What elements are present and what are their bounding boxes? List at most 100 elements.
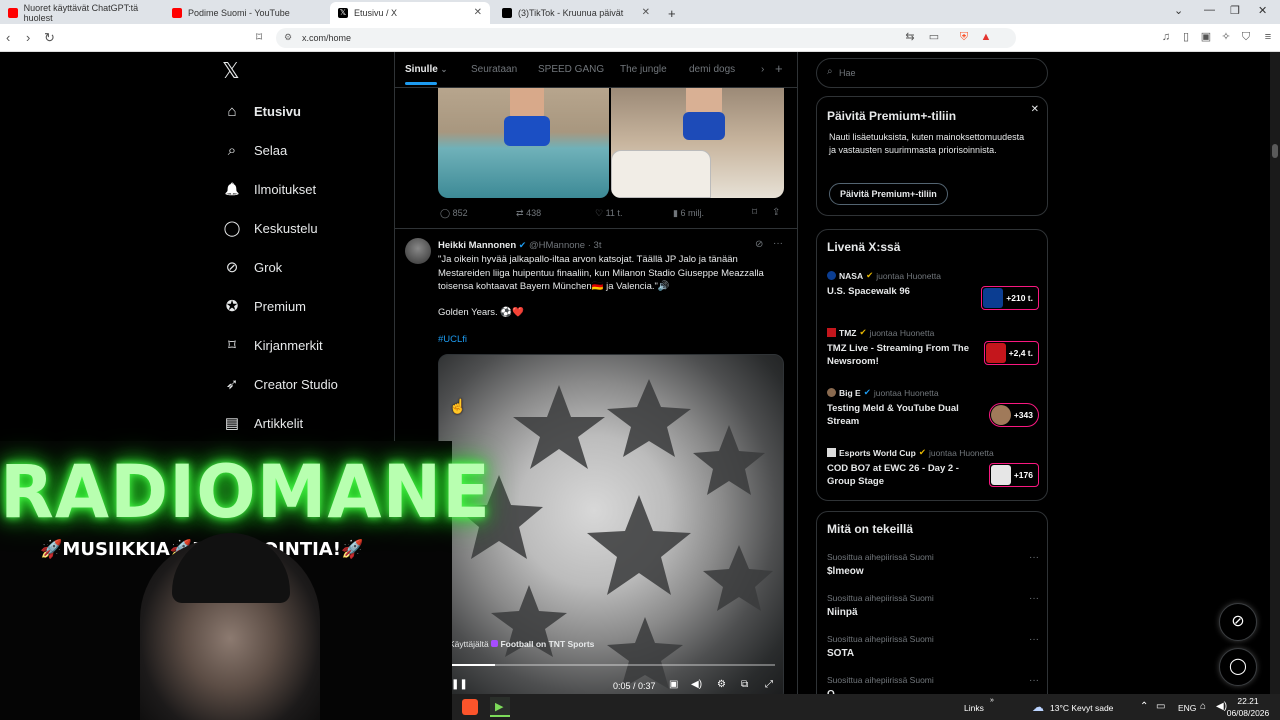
hashtag-link[interactable]: #UCLfi: [438, 333, 784, 347]
tweet-photo[interactable]: [611, 88, 784, 198]
author-handle[interactable]: @HMannone: [529, 240, 585, 251]
chevron-double-icon[interactable]: »: [990, 697, 994, 704]
like-button[interactable]: ♡ 11 t.: [595, 208, 622, 219]
share-icon[interactable]: ⇪: [772, 207, 780, 218]
grok-float-icon[interactable]: ⊘: [1219, 603, 1257, 641]
leo-icon[interactable]: ✧: [1220, 31, 1232, 43]
tab-the-jungle[interactable]: The jungle: [620, 64, 667, 75]
messages-float-icon[interactable]: ◯: [1219, 648, 1257, 686]
nav-item-messages[interactable]: ◯ Keskustelu: [222, 213, 318, 243]
live-item[interactable]: Big E ✔ juontaa Huonetta Testing Meld & Yo…: [827, 387, 1039, 428]
tab-following[interactable]: Seurataan: [471, 64, 517, 75]
more-options-icon[interactable]: ···: [1029, 675, 1039, 686]
new-tab-button[interactable]: +: [660, 2, 680, 24]
media-icon[interactable]: ♫: [1160, 31, 1172, 43]
maximize-icon[interactable]: ❐: [1230, 4, 1240, 17]
browser-tab[interactable]: Nuoret käyttävät ChatGPT:tä huolest: [0, 2, 164, 24]
brave-shield-icon[interactable]: ⛨: [958, 31, 970, 43]
nav-item-articles[interactable]: ▤ Artikkelit: [222, 408, 303, 438]
tray-chevron-icon[interactable]: ⌃: [1140, 701, 1148, 712]
settings-icon[interactable]: ⚙: [717, 679, 726, 690]
brave-rewards-icon[interactable]: ▲: [980, 31, 992, 43]
more-options-icon[interactable]: ···: [773, 238, 783, 249]
site-info-icon[interactable]: ⚙: [284, 32, 292, 43]
x-logo[interactable]: 𝕏: [222, 58, 240, 84]
tabs-next-icon[interactable]: ›: [761, 64, 764, 75]
views-button[interactable]: ▮ 6 milj.: [673, 208, 704, 219]
popout-icon[interactable]: ⧉: [741, 679, 748, 690]
close-icon[interactable]: ✕: [1031, 104, 1039, 115]
nav-item-bookmarks[interactable]: ⌑ Kirjanmerkit: [222, 330, 322, 360]
pause-icon[interactable]: ❚❚: [451, 679, 468, 690]
live-item[interactable]: NASA ✔ juontaa Huonetta U.S. Spacewalk 96 …: [827, 270, 1039, 310]
vpn-icon[interactable]: ⛉: [1240, 31, 1252, 43]
more-options-icon[interactable]: ···: [1029, 593, 1039, 604]
close-tab-icon[interactable]: ✕: [474, 7, 482, 18]
translate-icon[interactable]: ⇆: [904, 31, 916, 43]
browser-tab[interactable]: Podime Suomi - YouTube: [164, 2, 328, 24]
volume-icon[interactable]: ◀): [691, 679, 702, 690]
more-options-icon[interactable]: ···: [1029, 634, 1039, 645]
video-attribution[interactable]: Käyttäjältä Football on TNT Sports: [449, 639, 594, 649]
trend-item[interactable]: Suosittua aihepiirissä Suomi SOTA ···: [827, 634, 1039, 659]
live-item[interactable]: TMZ ✔ juontaa Huonetta TMZ Live - Streamin…: [827, 327, 1039, 368]
page-scrollbar[interactable]: [1270, 52, 1280, 694]
video-progress-track[interactable]: [449, 664, 775, 666]
bookmark-tweet-icon[interactable]: ⌑: [752, 207, 757, 218]
links-toolbar[interactable]: Links: [964, 703, 984, 713]
nav-item-home[interactable]: ⌂ Etusivu: [222, 96, 301, 126]
avatar[interactable]: [405, 238, 431, 264]
browser-tab[interactable]: (3)TikTok - Kruunua päivät ✕: [494, 2, 658, 24]
url-text: x.com/home: [302, 33, 352, 43]
upgrade-premium-button[interactable]: Päivitä Premium+-tiliin: [829, 183, 948, 205]
close-window-icon[interactable]: ✕: [1258, 4, 1267, 17]
tab-list-icon[interactable]: ⌄: [1174, 4, 1183, 17]
trend-item[interactable]: Suosittua aihepiirissä Suomi $lmeow ···: [827, 552, 1039, 577]
menu-icon[interactable]: ≡: [1262, 31, 1274, 43]
browser-tab-active[interactable]: 𝕏 Etusivu / X ✕: [330, 2, 490, 24]
wallet-icon[interactable]: ▣: [1200, 31, 1212, 43]
search-box[interactable]: ⌕ Hae: [816, 58, 1048, 88]
reply-button[interactable]: ◯ 852: [440, 208, 468, 219]
captions-icon[interactable]: ▣: [669, 679, 678, 690]
add-tab-button[interactable]: +: [775, 61, 783, 76]
live-item[interactable]: Esports World Cup ✔ juontaa Huonetta COD B…: [827, 447, 1039, 488]
network-icon[interactable]: ▭: [1156, 701, 1165, 712]
tab-speed-gang[interactable]: SPEED GANG: [538, 64, 604, 75]
nav-item-label: Grok: [254, 259, 283, 275]
reload-icon[interactable]: ↻: [44, 30, 55, 46]
fullscreen-icon[interactable]: ⤢: [765, 679, 773, 690]
forward-icon[interactable]: ›: [26, 30, 30, 45]
app-taskbar-icon[interactable]: ▶: [490, 697, 510, 717]
author-name[interactable]: Heikki Mannonen: [438, 240, 516, 251]
weather-text[interactable]: 13°C Kevyt sade: [1050, 703, 1113, 713]
clock-time[interactable]: 22.21: [1229, 696, 1267, 706]
tab-for-you[interactable]: Sinulle ⌄: [405, 64, 447, 85]
nav-item-grok[interactable]: ⊘ Grok: [222, 252, 282, 282]
nav-item-premium[interactable]: ✪ Premium: [222, 291, 306, 321]
language-indicator[interactable]: ENG: [1178, 703, 1196, 713]
trends-card: Mitä on tekeillä Suosittua aihepiirissä …: [816, 511, 1048, 711]
repost-button[interactable]: ⇄ 438: [516, 208, 541, 219]
scrollbar-thumb[interactable]: [1272, 144, 1278, 158]
close-tab-icon[interactable]: ✕: [642, 7, 650, 18]
clock-date[interactable]: 06/08/2026: [1224, 708, 1272, 718]
nav-item-notifications[interactable]: 🔔 Ilmoitukset: [222, 174, 317, 204]
cast-icon[interactable]: ▭: [928, 31, 940, 43]
minimize-icon[interactable]: —: [1204, 4, 1215, 16]
tweet-time[interactable]: 3t: [594, 240, 602, 251]
nav-item-explore[interactable]: ⌕ Selaa: [222, 135, 287, 165]
bookmark-page-icon[interactable]: ⌑: [256, 30, 262, 44]
nav-item-creator-studio[interactable]: ➶ Creator Studio: [222, 369, 338, 399]
grok-tweet-icon[interactable]: ⊘: [755, 239, 763, 250]
tab-demi-dogs[interactable]: demi dogs: [689, 64, 735, 75]
trend-meta: Suosittua aihepiirissä Suomi: [827, 593, 934, 603]
back-icon[interactable]: ‹: [6, 30, 10, 45]
more-options-icon[interactable]: ···: [1029, 552, 1039, 563]
network-status-icon[interactable]: ⌂: [1200, 701, 1206, 712]
trend-item[interactable]: Suosittua aihepiirissä Suomi Niinpä ···: [827, 593, 1039, 618]
sidebar-icon[interactable]: ▯: [1180, 31, 1192, 43]
premium-title: Päivitä Premium+-tiliin: [827, 109, 957, 123]
brave-taskbar-icon[interactable]: [462, 699, 478, 715]
tweet-photo[interactable]: [438, 88, 610, 198]
